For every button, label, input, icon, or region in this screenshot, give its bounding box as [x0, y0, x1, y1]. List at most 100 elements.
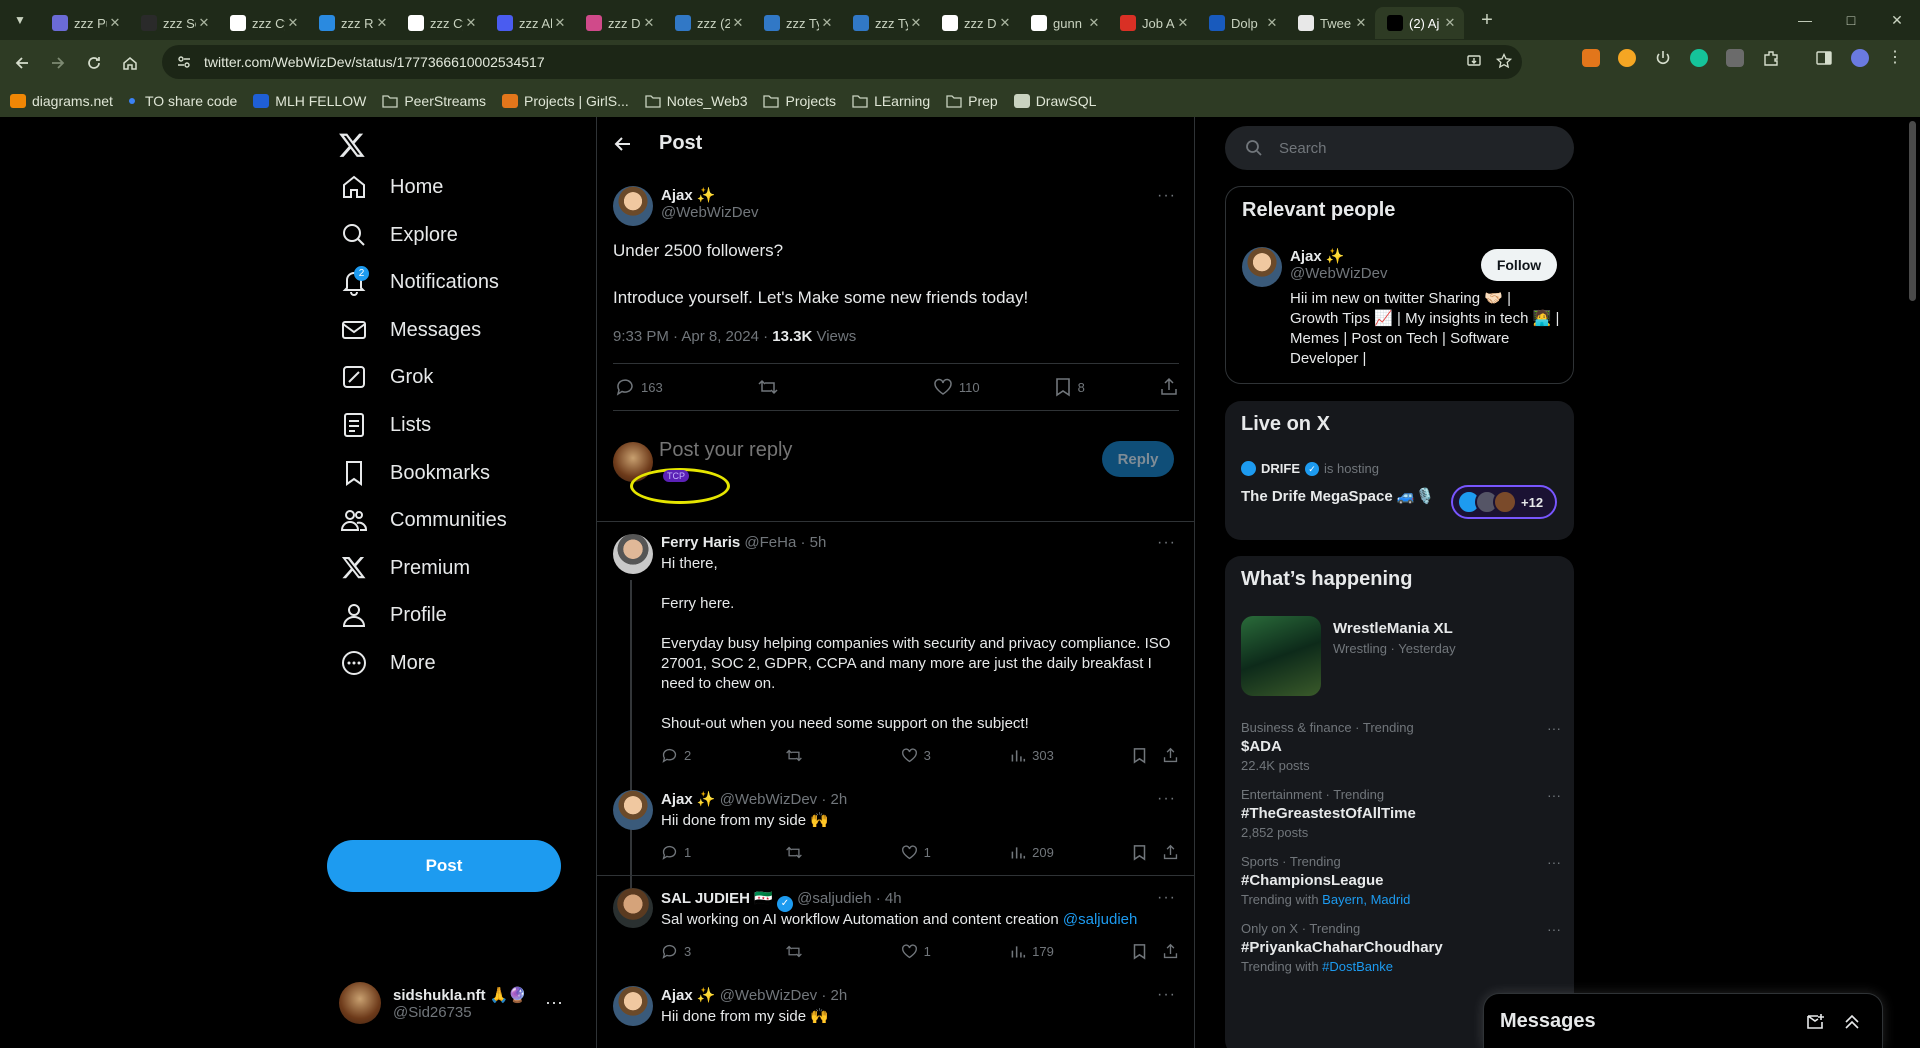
- close-tab-icon[interactable]: ✕: [908, 15, 924, 31]
- views-action[interactable]: 209: [1009, 844, 1132, 861]
- browser-tab[interactable]: zzz Ty ✕: [841, 7, 930, 39]
- metamask-extension-icon[interactable]: [1582, 49, 1600, 67]
- avatar[interactable]: [613, 534, 653, 574]
- close-tab-icon[interactable]: ✕: [552, 15, 568, 31]
- browser-tab[interactable]: zzz Re ✕: [307, 7, 396, 39]
- author-handle[interactable]: @WebWizDev: [720, 791, 817, 808]
- reply-button[interactable]: Reply: [1102, 441, 1174, 477]
- tweet-author[interactable]: Ajax ✨ @WebWizDev: [661, 186, 758, 221]
- trend-item[interactable]: Entertainment · Trending #TheGreastestOf…: [1241, 787, 1561, 840]
- site-info-icon[interactable]: [176, 54, 192, 70]
- repost-action[interactable]: [785, 943, 900, 960]
- reply-time[interactable]: · 5h: [800, 534, 826, 551]
- browser-tab[interactable]: zzz Do ✕: [574, 7, 663, 39]
- author-handle[interactable]: @WebWizDev: [720, 987, 817, 1004]
- avatar[interactable]: [613, 888, 653, 928]
- power-icon[interactable]: [1654, 49, 1672, 67]
- reply-time[interactable]: · 2h: [821, 791, 847, 808]
- close-tab-icon[interactable]: ✕: [641, 15, 657, 31]
- browser-tab[interactable]: zzz Pu ✕: [40, 7, 129, 39]
- bookmark-action[interactable]: [1132, 844, 1162, 861]
- close-tab-icon[interactable]: ✕: [1264, 15, 1280, 31]
- follow-button[interactable]: Follow: [1481, 249, 1557, 281]
- bookmark-item[interactable]: diagrams.net: [10, 93, 113, 109]
- tweet-timestamp[interactable]: 9:33 PM · Apr 8, 2024 ·: [613, 328, 772, 345]
- page-scrollbar[interactable]: [1905, 117, 1920, 1048]
- author-name[interactable]: Ferry Haris: [661, 534, 740, 551]
- like-action[interactable]: 3: [901, 747, 1009, 764]
- puzzle-extensions-icon[interactable]: [1762, 49, 1780, 67]
- grammarly-extension-icon[interactable]: [1690, 49, 1708, 67]
- avatar[interactable]: [1242, 247, 1282, 287]
- person-info[interactable]: Ajax ✨ @WebWizDev: [1290, 247, 1387, 282]
- avatar[interactable]: [613, 986, 653, 1026]
- post-button[interactable]: Post: [327, 840, 561, 892]
- avatar[interactable]: [613, 790, 653, 830]
- search-box[interactable]: [1225, 126, 1574, 170]
- bookmark-item[interactable]: LEarning: [852, 93, 930, 109]
- side-panel-icon[interactable]: [1815, 49, 1833, 67]
- bookmark-item[interactable]: TO share code: [128, 93, 237, 109]
- space-listeners[interactable]: +12: [1451, 485, 1557, 519]
- trend-item[interactable]: Only on X · Trending #PriyankaChaharChou…: [1241, 921, 1561, 974]
- install-app-icon[interactable]: [1466, 53, 1482, 69]
- trend-item[interactable]: Sports · Trending #ChampionsLeague Trendi…: [1241, 854, 1561, 907]
- share-action[interactable]: [1162, 844, 1179, 861]
- forward-arrow-icon[interactable]: [40, 45, 76, 81]
- more-dots-icon[interactable]: ···: [1157, 534, 1176, 552]
- trend-with-link[interactable]: #DostBanke: [1322, 959, 1393, 974]
- trend-item[interactable]: Business & finance · Trending $ADA 22.4K …: [1241, 720, 1561, 773]
- close-tab-icon[interactable]: ✕: [819, 15, 835, 31]
- like-action[interactable]: 1: [901, 943, 1009, 960]
- close-tab-icon[interactable]: ✕: [1175, 15, 1191, 31]
- close-tab-icon[interactable]: ✕: [1353, 15, 1369, 31]
- reply-time[interactable]: · 4h: [876, 890, 902, 907]
- profile-avatar-icon[interactable]: [1851, 49, 1869, 67]
- repost-action[interactable]: [785, 844, 900, 861]
- bookmark-action[interactable]: 8: [1054, 377, 1085, 397]
- share-action[interactable]: [1159, 377, 1179, 397]
- close-tab-icon[interactable]: ✕: [285, 15, 301, 31]
- reply-input[interactable]: [659, 433, 1079, 467]
- like-action[interactable]: 110: [933, 377, 980, 397]
- chrome-menu-icon[interactable]: ⋮: [1886, 49, 1904, 67]
- browser-tab[interactable]: zzz Se ✕: [129, 7, 218, 39]
- nav-item-grok[interactable]: Grok: [340, 352, 433, 402]
- extension-icon[interactable]: [1618, 49, 1636, 67]
- star-bookmark-icon[interactable]: [1496, 53, 1512, 69]
- bookmark-action[interactable]: [1132, 747, 1162, 764]
- bookmark-item[interactable]: PeerStreams: [382, 93, 486, 109]
- reply-action[interactable]: 163: [615, 377, 663, 397]
- reply-action[interactable]: 2: [661, 747, 785, 764]
- browser-tab[interactable]: zzz Da ✕: [930, 7, 1019, 39]
- expand-up-icon[interactable]: [1842, 1012, 1862, 1032]
- reply-action[interactable]: 1: [661, 844, 785, 861]
- nav-item-premium[interactable]: Premium: [340, 543, 470, 593]
- home-browser-icon[interactable]: [112, 45, 148, 81]
- author-handle[interactable]: @saljudieh: [797, 890, 871, 907]
- more-dots-icon[interactable]: ···: [1157, 986, 1176, 1004]
- close-tab-icon[interactable]: ✕: [196, 15, 212, 31]
- close-tab-icon[interactable]: ✕: [374, 15, 390, 31]
- messages-drawer[interactable]: Messages: [1483, 993, 1883, 1048]
- author-name[interactable]: SAL JUDIEH 🇸🇾: [661, 890, 773, 907]
- close-tab-icon[interactable]: ✕: [107, 15, 123, 31]
- browser-tab[interactable]: gunn ✕: [1019, 7, 1108, 39]
- share-action[interactable]: [1162, 747, 1179, 764]
- back-arrow-icon[interactable]: [613, 134, 633, 154]
- mention-link[interactable]: @saljudieh: [1063, 911, 1137, 928]
- more-dots-icon[interactable]: ···: [1547, 720, 1561, 736]
- nav-item-home[interactable]: Home: [340, 162, 443, 212]
- browser-tab[interactable]: zzz (2) ✕: [663, 7, 752, 39]
- author-name[interactable]: Ajax ✨: [661, 791, 716, 808]
- new-tab-button[interactable]: +: [1472, 9, 1502, 32]
- nav-item-explore[interactable]: Explore: [340, 210, 458, 260]
- bookmark-item[interactable]: Projects: [763, 93, 836, 109]
- bookmark-item[interactable]: Projects | GirlS...: [502, 93, 629, 109]
- bookmark-action[interactable]: [1132, 943, 1162, 960]
- featured-trend[interactable]: WrestleMania XL Wrestling · Yesterday: [1333, 620, 1456, 656]
- repost-action[interactable]: [785, 747, 900, 764]
- views-action[interactable]: 179: [1009, 943, 1132, 960]
- back-arrow-icon[interactable]: [4, 45, 40, 81]
- minimize-button[interactable]: —: [1782, 12, 1828, 28]
